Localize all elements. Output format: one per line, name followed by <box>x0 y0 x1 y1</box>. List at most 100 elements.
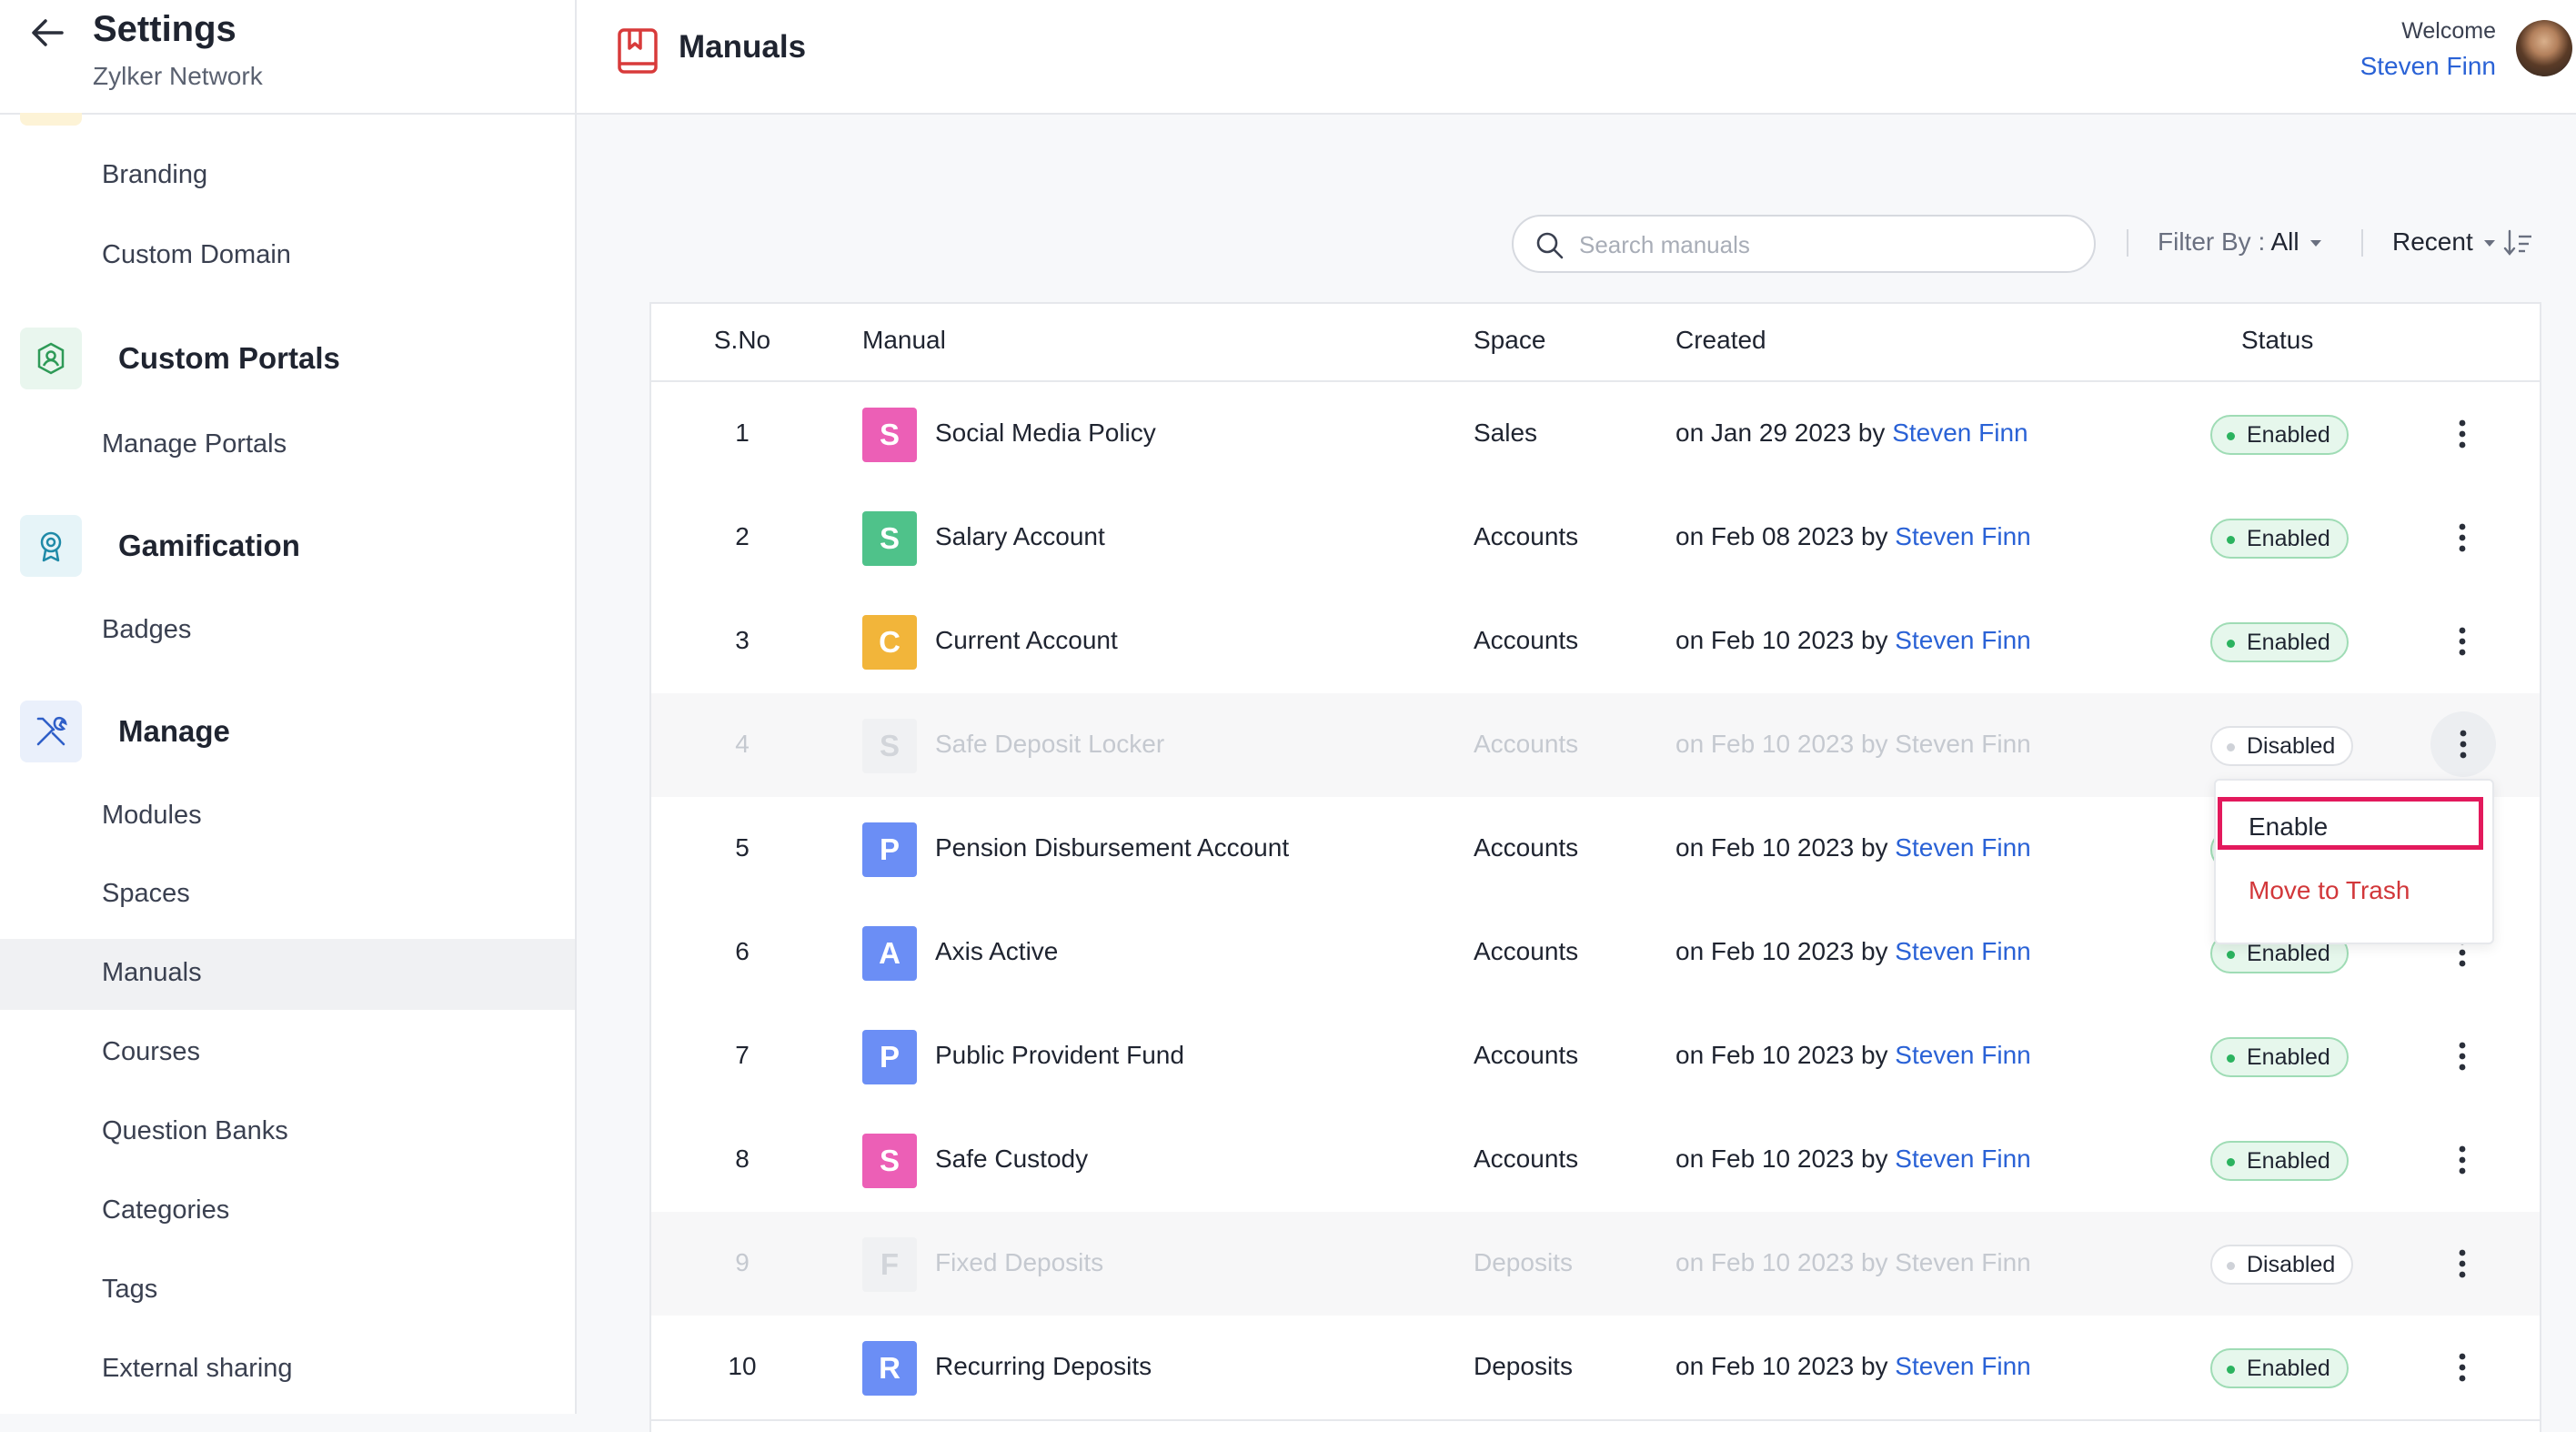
row-space: Sales <box>1474 419 1538 447</box>
avatar[interactable] <box>2516 20 2572 76</box>
kebab-icon <box>2460 730 2467 759</box>
more-options-button[interactable] <box>2440 1345 2485 1390</box>
table-row[interactable]: 10 R Recurring Deposits Deposits on Feb 10 2… <box>651 1316 2540 1421</box>
author-link[interactable]: Steven Finn <box>1895 1248 2030 1276</box>
row-sno: 5 <box>735 833 750 862</box>
more-options-button[interactable] <box>2430 711 2496 777</box>
row-space: Accounts <box>1474 730 1579 758</box>
row-sno: 10 <box>728 1352 757 1380</box>
manual-name-link[interactable]: Salary Account <box>935 522 1105 551</box>
status-label: Enabled <box>2247 1355 2330 1381</box>
sidebar-item-branding[interactable]: Branding <box>102 160 207 190</box>
status-badge: Enabled <box>2210 622 2349 662</box>
sidebar-item-manage-portals[interactable]: Manage Portals <box>102 429 287 459</box>
sidebar-item-question-banks[interactable]: Question Banks <box>102 1116 288 1146</box>
manual-name-link[interactable]: Recurring Deposits <box>935 1352 1152 1381</box>
column-header-manual: Manual <box>862 326 946 354</box>
created-date: on Feb 10 2023 by <box>1675 937 1888 965</box>
more-options-button[interactable] <box>2440 411 2485 457</box>
sidebar-item-external-sharing[interactable]: External sharing <box>102 1354 293 1384</box>
caret-down-icon <box>2483 240 2495 247</box>
sidebar-item-badges[interactable]: Badges <box>102 615 191 645</box>
sidebar-item-custom-domain[interactable]: Custom Domain <box>102 240 291 270</box>
top-bar: Manuals Welcome Steven Finn <box>577 0 2576 115</box>
filter-dropdown[interactable]: Filter By : All <box>2158 227 2321 257</box>
manual-avatar-letter: A <box>862 926 917 981</box>
manual-name-link[interactable]: Fixed Deposits <box>935 1248 1103 1277</box>
author-link[interactable]: Steven Finn <box>1895 937 2030 965</box>
author-link[interactable]: Steven Finn <box>1895 833 2030 862</box>
more-options-button[interactable] <box>2440 515 2485 560</box>
manual-avatar-letter: S <box>862 511 917 566</box>
author-link[interactable]: Steven Finn <box>1895 1352 2030 1380</box>
toolbar-divider <box>2361 229 2363 257</box>
row-space: Accounts <box>1474 937 1579 965</box>
author-link[interactable]: Steven Finn <box>1895 522 2030 550</box>
more-options-button[interactable] <box>2440 1241 2485 1286</box>
table-row[interactable]: 1 S Social Media Policy Sales on Jan 29 2023… <box>651 382 2540 488</box>
kebab-icon <box>2459 419 2466 449</box>
search-box[interactable] <box>1512 215 2096 273</box>
status-badge: Enabled <box>2210 519 2349 559</box>
row-space: Accounts <box>1474 522 1579 550</box>
manual-name-link[interactable]: Public Provident Fund <box>935 1041 1184 1070</box>
created-date: on Feb 10 2023 by <box>1675 1352 1888 1380</box>
manual-name-link[interactable]: Axis Active <box>935 937 1058 966</box>
sidebar-item-courses[interactable]: Courses <box>102 1037 200 1067</box>
sidebar-group-label: Manage <box>118 714 230 748</box>
sidebar-group-label: Gamification <box>118 529 300 562</box>
manual-name-link[interactable]: Safe Deposit Locker <box>935 730 1164 759</box>
author-link[interactable]: Steven Finn <box>1895 1041 2030 1069</box>
more-options-button[interactable] <box>2440 1034 2485 1079</box>
table-row[interactable]: 2 S Salary Account Accounts on Feb 08 2023 b… <box>651 486 2540 591</box>
menu-item-move-to-trash[interactable]: Move to Trash <box>2216 862 2492 919</box>
row-space: Deposits <box>1474 1248 1573 1276</box>
created-date: on Jan 29 2023 by <box>1675 419 1886 447</box>
sidebar-item-categories[interactable]: Categories <box>102 1195 229 1225</box>
status-badge: Disabled <box>2210 726 2354 766</box>
sort-order-icon[interactable] <box>2503 229 2534 257</box>
search-input[interactable] <box>1577 226 2072 264</box>
sidebar-group-custom-portals[interactable]: Custom Portals <box>20 328 340 389</box>
table-row[interactable]: 8 S Safe Custody Accounts on Feb 10 2023 by … <box>651 1108 2540 1214</box>
row-created: on Feb 10 2023 by Steven Finn <box>1675 626 2031 655</box>
created-date: on Feb 10 2023 by <box>1675 833 1888 862</box>
sidebar-item-spaces[interactable]: Spaces <box>102 879 190 909</box>
table-row[interactable]: 3 C Current Account Accounts on Feb 10 2023 … <box>651 590 2540 695</box>
status-dot-icon <box>2227 743 2235 751</box>
more-options-button[interactable] <box>2440 619 2485 664</box>
kebab-icon <box>2459 1145 2466 1175</box>
manual-avatar-letter: P <box>862 822 917 877</box>
user-name-link[interactable]: Steven Finn <box>2360 52 2496 81</box>
search-icon <box>1536 232 1564 259</box>
manual-name-link[interactable]: Pension Disbursement Account <box>935 833 1289 862</box>
author-link[interactable]: Steven Finn <box>1895 626 2030 654</box>
status-badge: Enabled <box>2210 415 2349 455</box>
sidebar-subtitle: Zylker Network <box>93 62 263 90</box>
more-options-button[interactable] <box>2440 1137 2485 1183</box>
manual-name-link[interactable]: Safe Custody <box>935 1145 1088 1174</box>
created-date: on Feb 10 2023 by <box>1675 1041 1888 1069</box>
row-sno: 8 <box>735 1145 750 1173</box>
sidebar-item-tags[interactable]: Tags <box>102 1275 157 1305</box>
author-link[interactable]: Steven Finn <box>1895 1145 2030 1173</box>
sidebar-group-manage[interactable]: Manage <box>20 701 230 762</box>
back-arrow-icon[interactable] <box>27 13 67 53</box>
sort-dropdown[interactable]: Recent <box>2392 227 2495 257</box>
table-row[interactable]: 9 F Fixed Deposits Deposits on Feb 10 2023 b… <box>651 1212 2540 1317</box>
status-dot-icon <box>2227 1366 2235 1374</box>
sidebar-group-gamification[interactable]: Gamification <box>20 515 300 577</box>
sidebar-item-modules[interactable]: Modules <box>102 801 202 831</box>
sidebar-item-manuals[interactable]: Manuals <box>102 958 202 988</box>
status-label: Disabled <box>2247 732 2336 759</box>
created-date: on Feb 10 2023 by <box>1675 1248 1888 1276</box>
manual-name-link[interactable]: Social Media Policy <box>935 419 1156 448</box>
author-link[interactable]: Steven Finn <box>1892 419 2028 447</box>
kebab-icon <box>2459 1042 2466 1071</box>
manual-name-link[interactable]: Current Account <box>935 626 1118 655</box>
table-row[interactable]: 7 P Public Provident Fund Accounts on Feb 10… <box>651 1004 2540 1110</box>
author-link[interactable]: Steven Finn <box>1895 730 2030 758</box>
manual-avatar-letter: F <box>862 1237 917 1292</box>
status-badge: Enabled <box>2210 1037 2349 1077</box>
status-label: Enabled <box>2247 1147 2330 1174</box>
